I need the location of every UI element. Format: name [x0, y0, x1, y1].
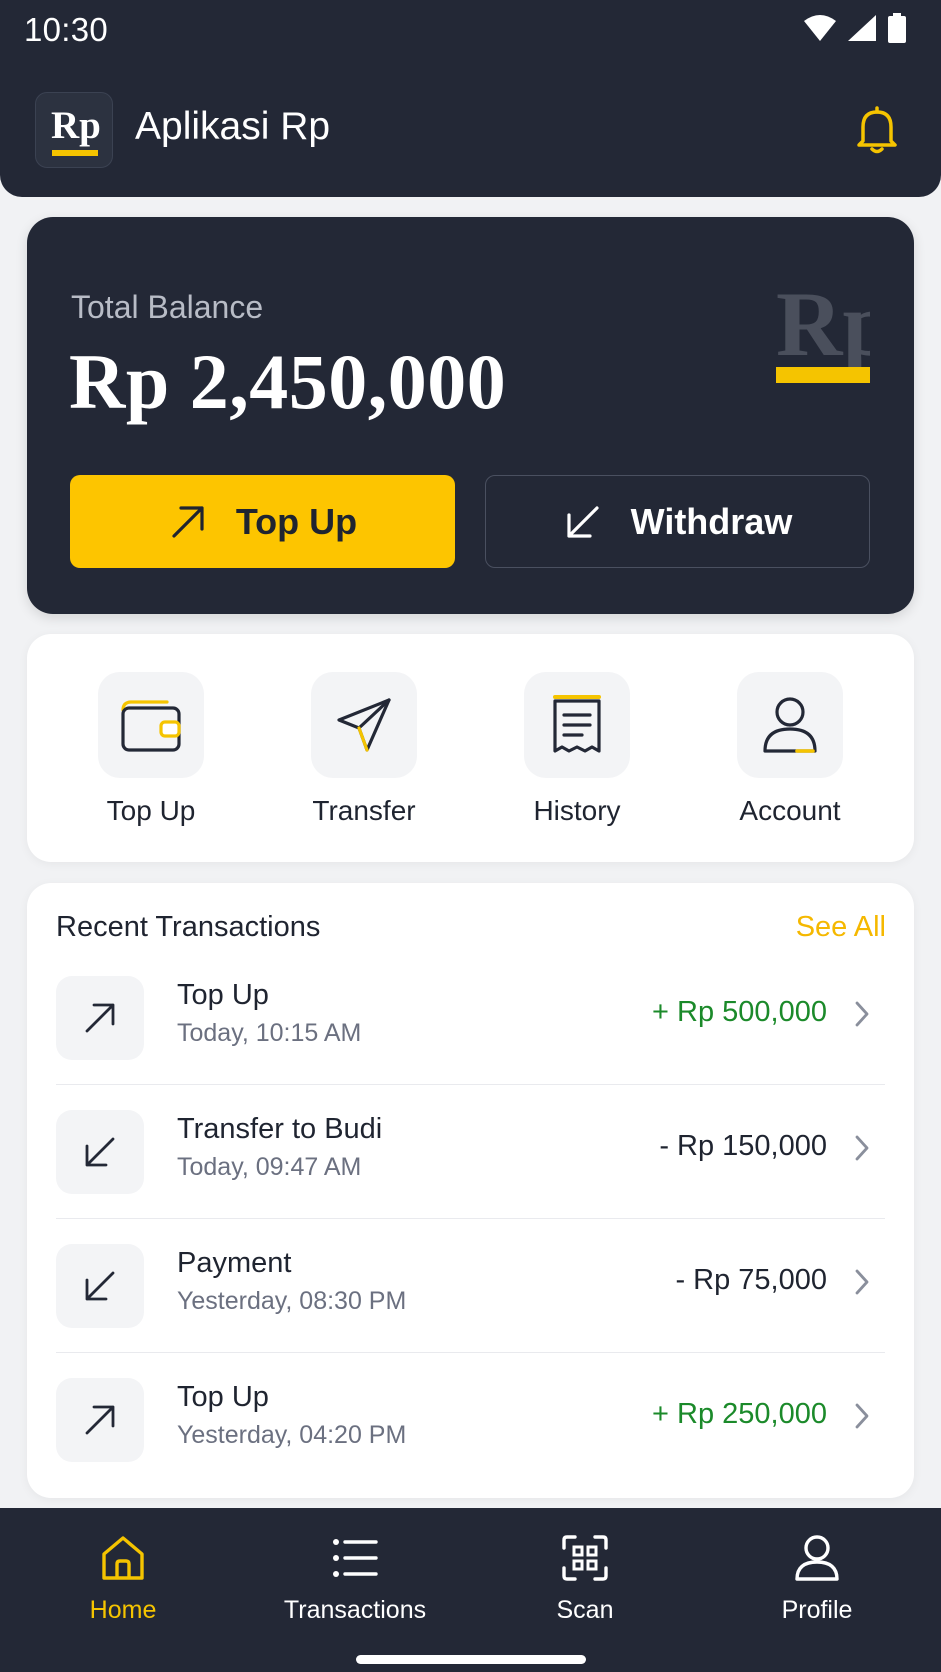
recent-transactions-title: Recent Transactions — [56, 911, 321, 943]
status-time: 10:30 — [24, 11, 109, 48]
arrow-up-right-icon — [85, 1405, 115, 1435]
nav-transactions[interactable]: Transactions — [260, 1532, 450, 1625]
profile-icon — [795, 1535, 839, 1581]
bottom-nav: Home Transactions Scan Profile — [0, 1508, 941, 1672]
transaction-name: Top Up — [177, 1381, 269, 1413]
send-icon — [337, 698, 391, 752]
app-title: Aplikasi Rp — [135, 105, 331, 148]
nav-home[interactable]: Home — [28, 1532, 218, 1625]
quick-action-top-up[interactable]: Top Up — [51, 672, 251, 827]
nav-scan[interactable]: Scan — [490, 1532, 680, 1625]
arrow-down-left-icon — [85, 1137, 115, 1167]
quick-action-label: Top Up — [106, 795, 196, 826]
status-bar: 10:30 — [0, 0, 941, 60]
chevron-right-icon — [855, 1135, 869, 1161]
quick-action-label: Account — [739, 795, 841, 826]
balance-value: Rp 2,450,000 — [69, 338, 507, 425]
balance-card: Total Balance Rp 2,450,000 Rp Top Up Wit… — [27, 217, 914, 614]
arrow-down-left-icon — [567, 505, 599, 538]
quick-action-history[interactable]: History — [477, 672, 677, 827]
transaction-name: Top Up — [177, 979, 269, 1011]
nav-scan-label: Scan — [556, 1596, 614, 1624]
signal-icon — [848, 15, 876, 41]
quick-action-account[interactable]: Account — [690, 672, 890, 827]
transaction-time: Yesterday, 04:20 PM — [177, 1421, 407, 1449]
transaction-time: Yesterday, 08:30 PM — [177, 1287, 407, 1315]
wifi-icon — [804, 15, 836, 41]
balance-label: Total Balance — [71, 289, 264, 325]
recent-transactions: Recent Transactions See All Top Up Today… — [27, 883, 914, 1498]
receipt-icon — [553, 695, 601, 753]
transaction-row[interactable]: Top Up Yesterday, 04:20 PM + Rp 250,000 — [56, 1353, 885, 1487]
transaction-row[interactable]: Transfer to Budi Today, 09:47 AM - Rp 15… — [56, 1085, 885, 1219]
see-all-link[interactable]: See All — [796, 911, 886, 944]
transaction-name: Payment — [177, 1247, 292, 1279]
home-indicator[interactable] — [356, 1655, 586, 1664]
quick-actions: Top Up Transfer History Account — [27, 634, 914, 862]
quick-action-label: Transfer — [312, 795, 416, 826]
chevron-right-icon — [855, 1403, 869, 1429]
bell-icon[interactable] — [854, 105, 900, 155]
arrow-up-right-icon — [172, 505, 204, 538]
transaction-time: Today, 10:15 AM — [177, 1019, 362, 1047]
chevron-right-icon — [855, 1001, 869, 1027]
list-icon — [333, 1539, 378, 1577]
top-up-label: Top Up — [235, 500, 358, 542]
home-icon — [102, 1536, 144, 1580]
top-up-button[interactable]: Top Up — [70, 475, 455, 568]
transaction-time: Today, 09:47 AM — [177, 1153, 362, 1181]
scan-icon — [562, 1535, 608, 1581]
nav-profile-label: Profile — [781, 1596, 853, 1624]
nav-profile[interactable]: Profile — [722, 1532, 912, 1625]
app-header: 10:30 Rp Aplikasi Rp — [0, 0, 941, 197]
transaction-amount: + Rp 250,000 — [652, 1398, 827, 1430]
status-icons — [803, 13, 907, 43]
arrow-down-left-icon — [85, 1271, 115, 1301]
transaction-row[interactable]: Payment Yesterday, 08:30 PM - Rp 75,000 — [56, 1219, 885, 1353]
transaction-amount: - Rp 150,000 — [659, 1130, 827, 1162]
nav-home-label: Home — [89, 1596, 157, 1624]
withdraw-button[interactable]: Withdraw — [485, 475, 870, 568]
transaction-amount: - Rp 75,000 — [675, 1264, 827, 1296]
quick-action-label: History — [533, 795, 621, 826]
nav-transactions-label: Transactions — [283, 1596, 427, 1624]
wallet-icon — [121, 700, 181, 752]
user-icon — [763, 697, 817, 753]
transaction-amount: + Rp 500,000 — [652, 996, 827, 1028]
app-logo: Rp — [35, 92, 113, 168]
transaction-row[interactable]: Top Up Today, 10:15 AM + Rp 500,000 — [56, 951, 885, 1085]
transaction-name: Transfer to Budi — [177, 1113, 383, 1145]
quick-action-transfer[interactable]: Transfer — [264, 672, 464, 827]
withdraw-label: Withdraw — [630, 500, 793, 542]
battery-icon — [888, 13, 906, 43]
balance-watermark: Rp — [776, 279, 870, 387]
chevron-right-icon — [855, 1269, 869, 1295]
arrow-up-right-icon — [85, 1003, 115, 1033]
